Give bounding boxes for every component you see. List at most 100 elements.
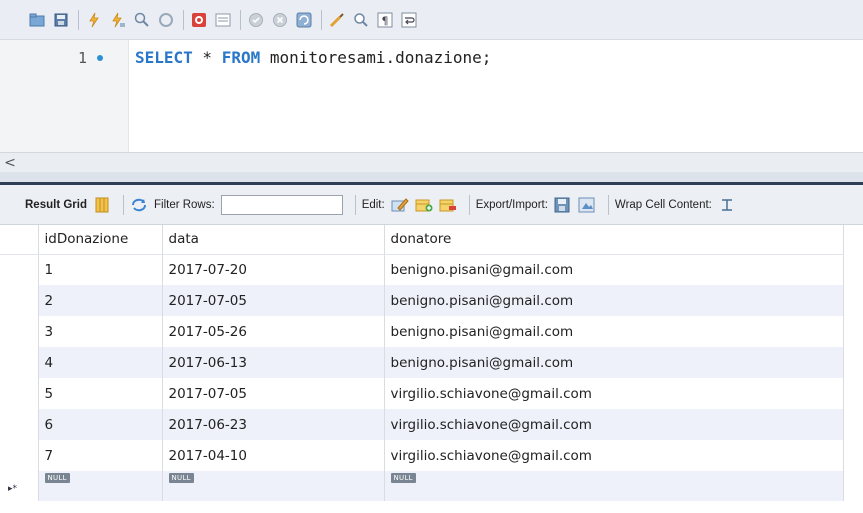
- execute-current-icon[interactable]: [109, 11, 127, 29]
- rollback-icon[interactable]: [271, 11, 289, 29]
- toolbar-separator: [240, 9, 241, 30]
- row-header[interactable]: [0, 254, 39, 285]
- sql-text: *: [192, 48, 222, 67]
- null-badge: NULL: [168, 473, 194, 483]
- pane-splitter[interactable]: [0, 172, 863, 182]
- autocommit-icon[interactable]: [295, 11, 313, 29]
- save-icon[interactable]: [52, 11, 70, 29]
- table-row[interactable]: 1 2017-07-20 benigno.pisani@gmail.com: [0, 254, 844, 285]
- statement-marker-icon: [97, 55, 103, 61]
- toggle-error-icon[interactable]: [190, 11, 208, 29]
- cell-data[interactable]: 2017-05-26: [162, 316, 385, 347]
- cell-iddonazione[interactable]: 3: [38, 316, 163, 347]
- line-number: 1: [78, 49, 88, 67]
- row-header-corner: [0, 225, 39, 255]
- row-header[interactable]: [0, 347, 39, 378]
- scroll-left-arrow-icon[interactable]: <: [3, 154, 17, 172]
- cell-donatore[interactable]: NULL: [384, 471, 844, 501]
- wrap-cell-content-label: Wrap Cell Content:: [614, 198, 712, 211]
- import-icon[interactable]: [578, 196, 596, 214]
- filter-rows-input[interactable]: [220, 194, 343, 215]
- cell-donatore[interactable]: benigno.pisani@gmail.com: [384, 316, 844, 347]
- cell-data[interactable]: NULL: [162, 471, 385, 501]
- table-row[interactable]: 2 2017-07-05 benigno.pisani@gmail.com: [0, 285, 844, 316]
- cell-data[interactable]: 2017-04-10: [162, 440, 385, 471]
- table-row[interactable]: 7 2017-04-10 virgilio.schiavone@gmail.co…: [0, 440, 844, 471]
- toggle-output-icon[interactable]: [214, 11, 232, 29]
- cell-data[interactable]: 2017-06-13: [162, 347, 385, 378]
- export-icon[interactable]: [554, 196, 572, 214]
- editor-toolbar: ¶: [0, 0, 863, 40]
- filter-rows-label: Filter Rows:: [153, 198, 215, 211]
- cell-donatore[interactable]: virgilio.schiavone@gmail.com: [384, 378, 844, 409]
- wrap-icon[interactable]: [400, 11, 418, 29]
- row-header[interactable]: [0, 378, 39, 409]
- open-folder-icon[interactable]: [28, 11, 46, 29]
- edit-row-icon[interactable]: [391, 196, 409, 214]
- cell-iddonazione[interactable]: 6: [38, 409, 163, 440]
- sql-editor[interactable]: 1 SELECT * FROM monitoresami.donazione;: [0, 40, 863, 152]
- cell-iddonazione[interactable]: 4: [38, 347, 163, 378]
- cell-iddonazione[interactable]: 2: [38, 285, 163, 316]
- cell-donatore[interactable]: benigno.pisani@gmail.com: [384, 285, 844, 316]
- cell-iddonazione[interactable]: 5: [38, 378, 163, 409]
- toolbar-separator: [468, 194, 470, 215]
- column-header-donatore[interactable]: donatore: [384, 225, 844, 255]
- table-row[interactable]: 3 2017-05-26 benigno.pisani@gmail.com: [0, 316, 844, 347]
- toolbar-separator: [354, 194, 356, 215]
- table-row[interactable]: 5 2017-07-05 virgilio.schiavone@gmail.co…: [0, 378, 844, 409]
- column-header-data[interactable]: data: [162, 225, 385, 255]
- toolbar-separator: [78, 9, 79, 30]
- new-row-marker: ▸*: [0, 471, 39, 501]
- cell-donatore[interactable]: virgilio.schiavone@gmail.com: [384, 440, 844, 471]
- new-row[interactable]: ▸* NULL NULL NULL: [0, 471, 844, 501]
- cell-donatore[interactable]: benigno.pisani@gmail.com: [384, 254, 844, 285]
- column-header-iddonazione[interactable]: idDonazione: [38, 225, 163, 255]
- edit-label: Edit:: [361, 198, 385, 211]
- result-toolbar: Result Grid Filter Rows: Edit: Export/Im…: [0, 185, 863, 225]
- beautify-icon[interactable]: [328, 11, 346, 29]
- row-header[interactable]: [0, 285, 39, 316]
- row-header[interactable]: [0, 316, 39, 347]
- sql-statement[interactable]: SELECT * FROM monitoresami.donazione;: [135, 48, 491, 67]
- table-row[interactable]: 4 2017-06-13 benigno.pisani@gmail.com: [0, 347, 844, 378]
- grid-header-row: idDonazione data donatore: [0, 225, 844, 255]
- cell-data[interactable]: 2017-07-05: [162, 378, 385, 409]
- explain-icon[interactable]: [133, 11, 151, 29]
- cell-iddonazione[interactable]: NULL: [38, 471, 163, 501]
- export-import-label: Export/Import:: [475, 198, 548, 211]
- add-row-icon[interactable]: [415, 196, 433, 214]
- cell-data[interactable]: 2017-06-23: [162, 409, 385, 440]
- execute-icon[interactable]: [85, 11, 103, 29]
- new-row-marker-icon: ▸*: [8, 483, 18, 494]
- cell-data[interactable]: 2017-07-20: [162, 254, 385, 285]
- toolbar-separator: [183, 9, 184, 30]
- sql-keyword: SELECT: [135, 48, 193, 67]
- result-grid[interactable]: idDonazione data donatore 1 2017-07-20 b…: [0, 225, 844, 501]
- editor-horizontal-scrollbar[interactable]: <: [0, 152, 863, 173]
- cell-donatore[interactable]: virgilio.schiavone@gmail.com: [384, 409, 844, 440]
- find-icon[interactable]: [352, 11, 370, 29]
- row-header[interactable]: [0, 409, 39, 440]
- result-grid-label[interactable]: Result Grid: [25, 199, 87, 211]
- commit-icon[interactable]: [247, 11, 265, 29]
- cell-iddonazione[interactable]: 7: [38, 440, 163, 471]
- sql-keyword: FROM: [221, 48, 261, 67]
- null-badge: NULL: [44, 473, 70, 483]
- toolbar-separator: [122, 194, 124, 215]
- delete-row-icon[interactable]: [439, 196, 457, 214]
- cell-donatore[interactable]: benigno.pisani@gmail.com: [384, 347, 844, 378]
- sql-text: monitoresami.donazione;: [260, 48, 492, 67]
- wrap-cell-toggle-icon[interactable]: [718, 196, 736, 214]
- stop-icon[interactable]: [157, 11, 175, 29]
- refresh-icon[interactable]: [130, 196, 148, 214]
- line-gutter: 1: [0, 40, 129, 152]
- toolbar-separator: [607, 194, 609, 215]
- cell-iddonazione[interactable]: 1: [38, 254, 163, 285]
- table-row[interactable]: 6 2017-06-23 virgilio.schiavone@gmail.co…: [0, 409, 844, 440]
- grid-icon[interactable]: [93, 196, 111, 214]
- cell-data[interactable]: 2017-07-05: [162, 285, 385, 316]
- toolbar-separator: [321, 9, 322, 30]
- invisible-chars-icon[interactable]: ¶: [376, 11, 394, 29]
- row-header[interactable]: [0, 440, 39, 471]
